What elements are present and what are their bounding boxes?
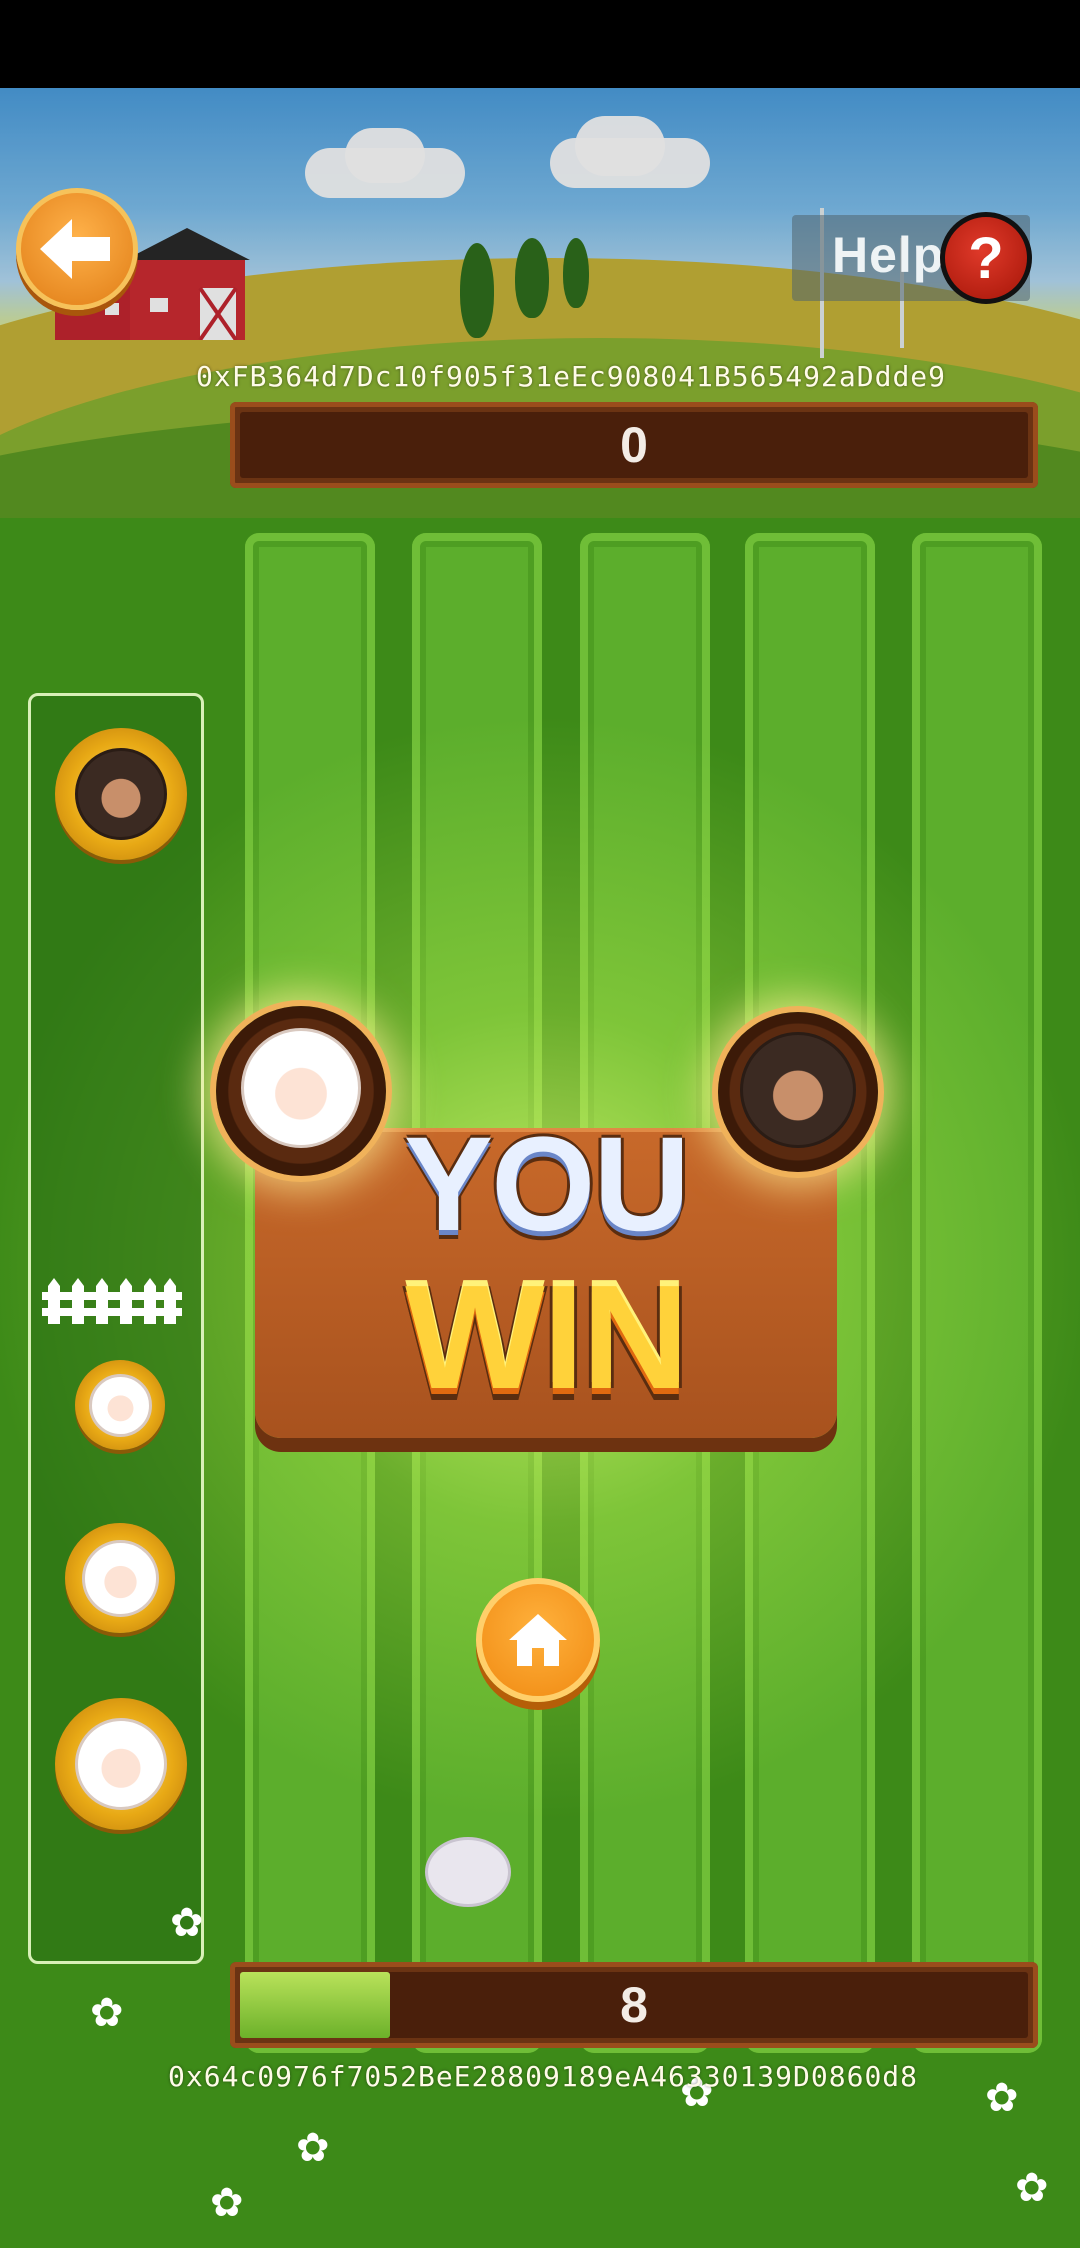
question-mark-icon[interactable]: ? bbox=[940, 212, 1032, 304]
bottom-score-bar: 8 bbox=[230, 1962, 1038, 2048]
win-text: WIN bbox=[405, 1255, 689, 1420]
back-button[interactable] bbox=[16, 188, 138, 310]
black-sheep-icon bbox=[74, 747, 168, 841]
flower-icon: ✿ bbox=[90, 1990, 124, 2036]
opponent-address: 0x64c0976f7052BeE28809189eA46330139D0860… bbox=[168, 2060, 919, 2093]
game-screen: ✿ ✿ ✿ ✿ ✿ ✿ ✿ Help ? 0xFB364d7Dc10f905f3… bbox=[0, 88, 1080, 2248]
home-button[interactable] bbox=[476, 1578, 600, 1702]
sheep-large-button[interactable] bbox=[55, 1698, 187, 1830]
sheep-small-button[interactable] bbox=[75, 1360, 165, 1450]
flower-icon: ✿ bbox=[1015, 2165, 1049, 2211]
bottom-score: 8 bbox=[620, 1977, 648, 2033]
white-sheep-icon bbox=[81, 1539, 159, 1617]
home-icon bbox=[509, 1614, 567, 1666]
flower-icon: ✿ bbox=[985, 2075, 1019, 2121]
top-score: 0 bbox=[620, 417, 648, 473]
you-text: YOU bbox=[403, 1110, 690, 1259]
white-sheep-icon bbox=[88, 1373, 152, 1437]
flower-icon: ✿ bbox=[210, 2180, 244, 2226]
help-label: Help bbox=[832, 227, 945, 283]
flower-icon: ✿ bbox=[170, 1900, 204, 1946]
white-sheep-icon bbox=[74, 1717, 168, 1811]
player-address: 0xFB364d7Dc10f905f31eEc908041B565492aDdd… bbox=[196, 360, 947, 393]
top-score-bar: 0 bbox=[230, 402, 1038, 488]
fence-icon bbox=[42, 1278, 182, 1324]
sheep-sprite bbox=[428, 1840, 508, 1904]
sheep-medium-button[interactable] bbox=[65, 1523, 175, 1633]
opponent-sheep-token bbox=[55, 728, 187, 860]
status-bar bbox=[0, 0, 1080, 88]
flower-icon: ✿ bbox=[296, 2125, 330, 2171]
arrow-left-icon bbox=[40, 219, 110, 279]
